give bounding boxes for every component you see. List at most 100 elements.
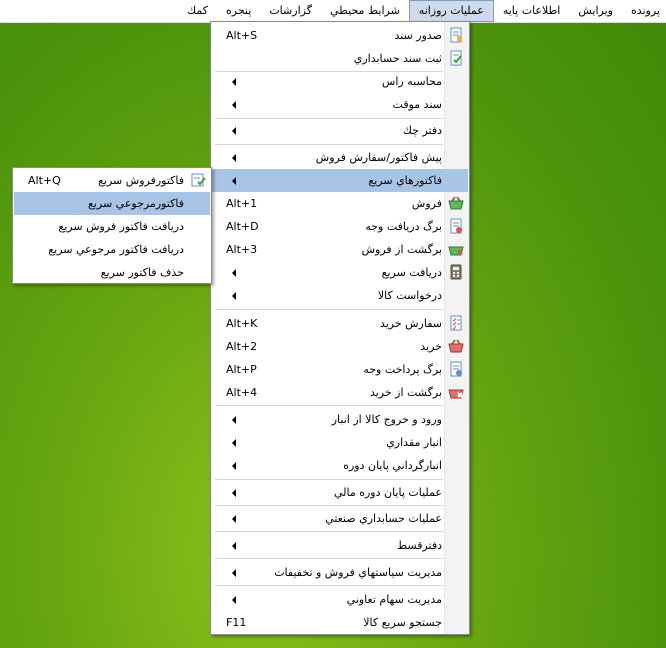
menu-item-label: خريد (420, 340, 442, 353)
menu-item-quick-invoices[interactable]: فاكتورهاي سريع (212, 169, 468, 192)
submenu-arrow-icon (232, 515, 236, 523)
menu-item-calc-head[interactable]: محاسبه راس (212, 70, 468, 93)
payment-icon (450, 361, 462, 377)
menu-item-issue-voucher[interactable]: صدور سند Alt+S (212, 24, 468, 47)
submenu-arrow-icon (232, 101, 236, 109)
submenu-item-quick-return-invoice[interactable]: فاكتورمرجوعي سريع (14, 192, 210, 215)
menu-item-temp-voucher[interactable]: سند موقت (212, 93, 468, 116)
submenu-arrow-icon (232, 489, 236, 497)
menu-item-label: مديريت سهام تعاوني (346, 593, 442, 606)
menu-item-cooperative-shares[interactable]: مديريت سهام تعاوني (212, 588, 468, 611)
menu-item-label: انبار مقداري (386, 436, 442, 449)
document-icon (450, 27, 462, 43)
menu-item-quick-goods-search[interactable]: جستجو سريع كالا F11 (212, 611, 468, 634)
menu-item-label: حذف فاكتور سريع (100, 266, 184, 279)
menu-separator (215, 505, 443, 506)
menu-separator (215, 405, 443, 406)
menu-window[interactable]: پنجره (217, 0, 260, 22)
daily-operations-menu: صدور سند Alt+S ثبت سند حسابداري محاسبه ر… (210, 21, 470, 635)
menu-item-receipt[interactable]: برگ دريافت وجه Alt+D (212, 215, 468, 238)
menu-item-warehouse-io[interactable]: ورود و خروج كالا از انبار (212, 408, 468, 431)
menu-item-label: دفترقسط (396, 539, 442, 552)
menu-item-label: جستجو سريع كالا (363, 616, 442, 629)
menu-item-sale-return[interactable]: برگشت از فروش Alt+3 (212, 238, 468, 261)
basket-red-return-icon (448, 389, 464, 399)
menu-item-installments[interactable]: دفترقسط (212, 534, 468, 557)
menu-reports[interactable]: گزارشات (260, 0, 321, 22)
document-check-icon (450, 50, 462, 66)
menu-item-purchase[interactable]: خريد Alt+2 (212, 335, 468, 358)
menu-item-label: برگشت از فروش (361, 243, 442, 256)
submenu-arrow-icon (232, 292, 236, 300)
menu-item-label: عمليات حسابداري صنعتي (325, 512, 442, 525)
menu-item-label: سفارش خريد (379, 317, 442, 330)
menu-item-sale[interactable]: فروش Alt+1 (212, 192, 468, 215)
menu-separator (215, 144, 443, 145)
menu-environment[interactable]: شرايط محيطي (321, 0, 409, 22)
menu-item-industrial-accounting[interactable]: عمليات حسابداري صنعتي (212, 507, 468, 530)
menu-separator (215, 558, 443, 559)
menu-edit[interactable]: ويرايش (569, 0, 622, 22)
submenu-arrow-icon (232, 177, 236, 185)
calculator-icon (450, 264, 462, 280)
submenu-arrow-icon (232, 596, 236, 604)
menu-item-label: درخواست كالا (377, 289, 442, 302)
menu-item-purchase-return[interactable]: برگشت از خريد Alt+4 (212, 381, 468, 404)
menu-item-quantity-warehouse[interactable]: انبار مقداري (212, 431, 468, 454)
submenu-item-delete-quick-invoice[interactable]: حذف فاكتور سريع (14, 261, 210, 284)
basket-return-icon (448, 246, 464, 256)
menu-item-proforma[interactable]: پيش فاكتور/سفارش فروش (212, 146, 468, 169)
menu-item-label: ورود و خروج كالا از انبار (331, 413, 442, 426)
submenu-arrow-icon (232, 542, 236, 550)
menu-item-sales-policy[interactable]: مديريت سياستهاي فروش و تخفيفات (212, 561, 468, 584)
menu-item-shortcut: Alt+3 (226, 243, 258, 256)
submenu-arrow-icon (232, 462, 236, 470)
quick-invoices-submenu: فاكتورفروش سريع Alt+Q فاكتورمرجوعي سريع … (12, 167, 212, 284)
submenu-arrow-icon (232, 416, 236, 424)
menu-item-checkbook[interactable]: دفتر چك (212, 119, 468, 142)
menu-item-label: صدور سند (394, 29, 442, 42)
menu-item-stocktaking[interactable]: انبارگرداني پايان دوره (212, 454, 468, 477)
menu-daily-operations[interactable]: عمليات روزانه (408, 0, 494, 22)
menu-item-label: دريافت فاكتور مرجوعي سريع (48, 243, 184, 256)
menu-item-fiscal-year-end[interactable]: عمليات پايان دوره مالي (212, 481, 468, 504)
menu-help[interactable]: كمك (178, 0, 217, 22)
basket-red-icon (448, 339, 464, 353)
menu-base-info[interactable]: اطلاعات پايه (494, 0, 570, 22)
submenu-arrow-icon (232, 269, 236, 277)
menu-item-shortcut: Alt+1 (226, 197, 258, 210)
menu-item-purchase-order[interactable]: سفارش خريد Alt+K (212, 312, 468, 335)
menu-item-label: پيش فاكتور/سفارش فروش (315, 151, 442, 164)
submenu-item-receive-sale-invoice[interactable]: دريافت فاكتور فروش سريع (14, 215, 210, 238)
submenu-arrow-icon (232, 154, 236, 162)
menu-item-payment[interactable]: برگ پرداخت وجه Alt+P (212, 358, 468, 381)
menu-item-shortcut: Alt+S (226, 29, 258, 42)
menu-item-shortcut: Alt+Q (28, 174, 61, 187)
menu-item-label: دريافت فاكتور فروش سريع (58, 220, 184, 233)
menu-file[interactable]: پرونده (622, 0, 666, 22)
menu-item-label: محاسبه راس (381, 75, 442, 88)
menu-item-shortcut: Alt+K (226, 317, 258, 330)
menu-item-label: فاكتورمرجوعي سريع (87, 197, 184, 210)
menu-item-label: عمليات پايان دوره مالي (333, 486, 442, 499)
menu-item-goods-request[interactable]: درخواست كالا (212, 284, 468, 307)
submenu-item-quick-sale-invoice[interactable]: فاكتورفروش سريع Alt+Q (14, 169, 210, 192)
menu-item-label: برگ دريافت وجه (365, 220, 442, 233)
menu-item-label: انبارگرداني پايان دوره (343, 459, 442, 472)
submenu-arrow-icon (232, 78, 236, 86)
menu-item-quick-receive[interactable]: دريافت سريع (212, 261, 468, 284)
menu-item-accounting-voucher[interactable]: ثبت سند حسابداري (212, 47, 468, 70)
menu-item-label: دفتر چك (402, 124, 442, 137)
menu-item-shortcut: Alt+D (226, 220, 259, 233)
menu-item-label: فاكتورفروش سريع (98, 174, 184, 187)
submenu-item-receive-return-invoice[interactable]: دريافت فاكتور مرجوعي سريع (14, 238, 210, 261)
menu-item-label: فروش (411, 197, 442, 210)
menu-item-label: دريافت سريع (381, 266, 442, 279)
menu-item-label: سند موقت (392, 98, 442, 111)
menu-item-label: مديريت سياستهاي فروش و تخفيفات (274, 566, 442, 579)
menu-item-label: برگشت از خريد (369, 386, 442, 399)
menu-item-label: ثبت سند حسابداري (353, 52, 442, 65)
submenu-arrow-icon (232, 569, 236, 577)
invoice-check-icon (191, 173, 206, 187)
checklist-icon (450, 315, 462, 331)
